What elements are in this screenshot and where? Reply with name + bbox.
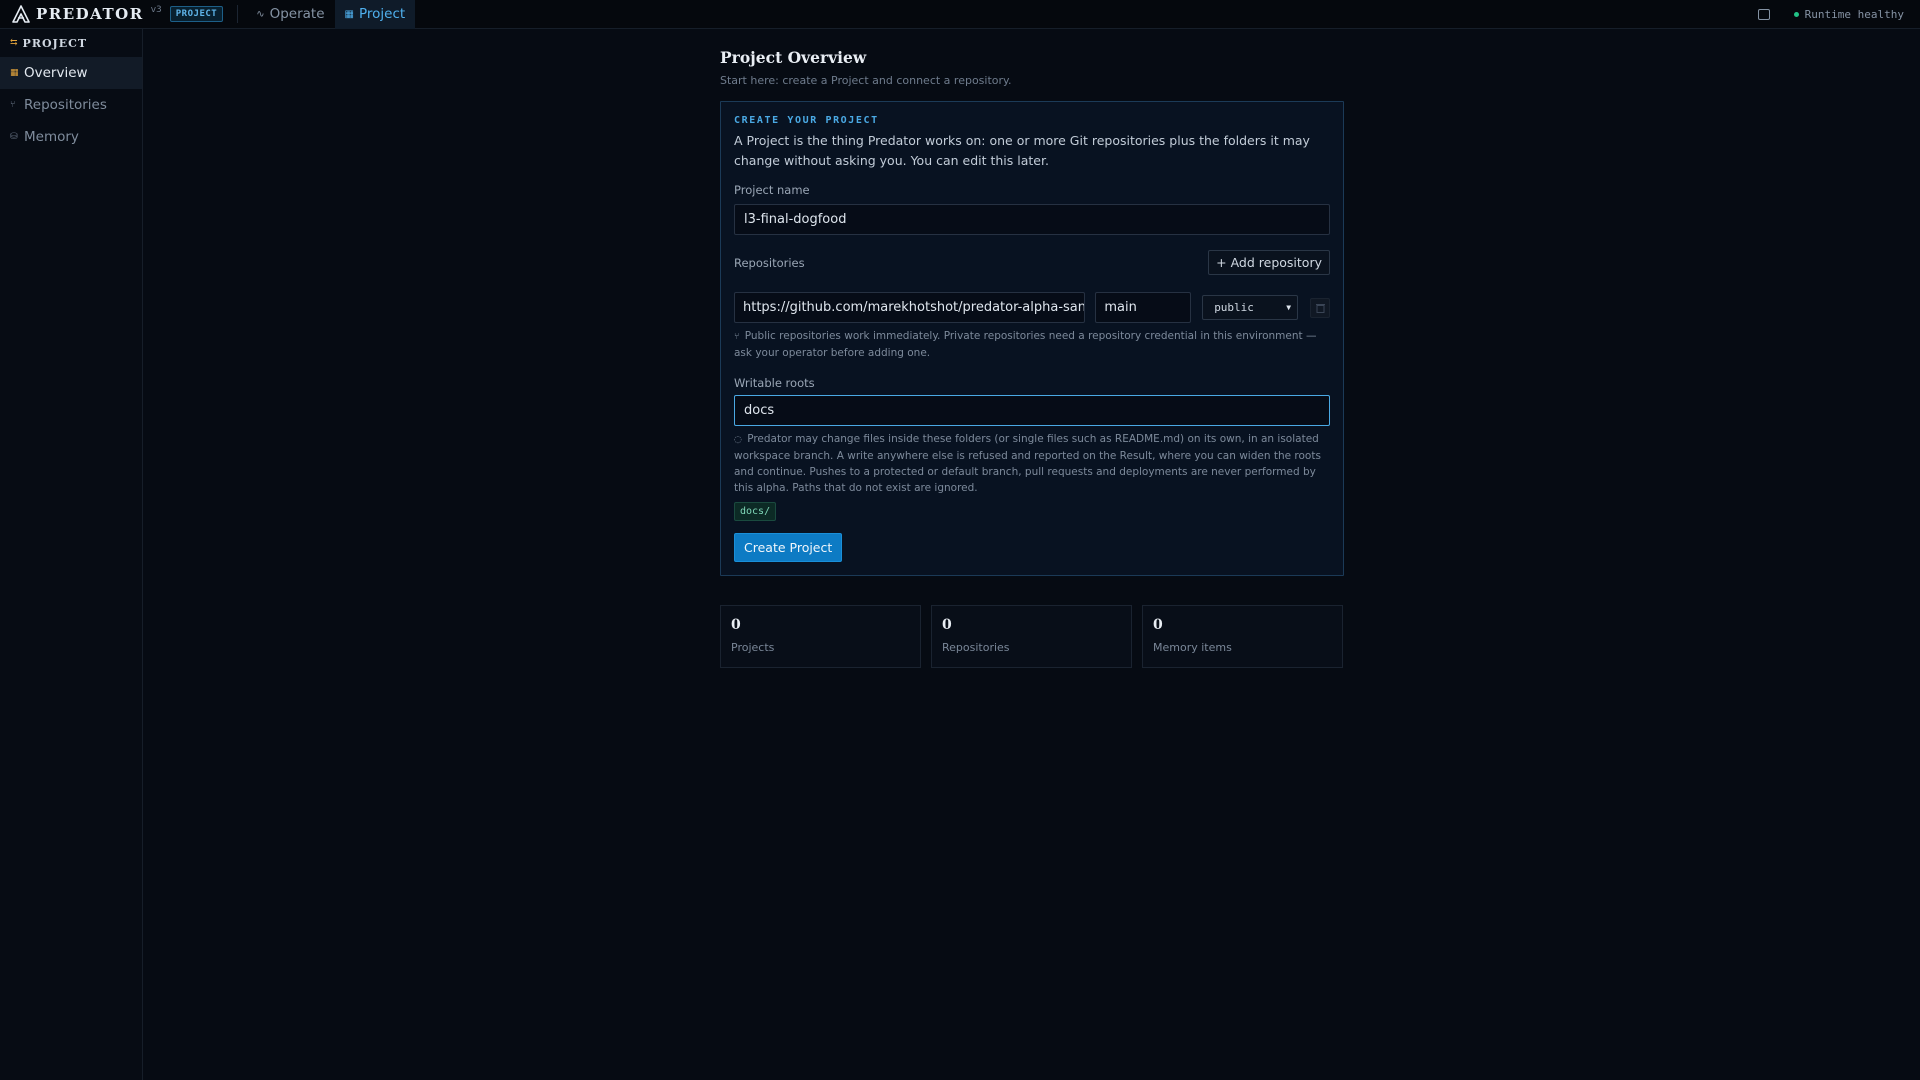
tab-project[interactable]: ▦ Project [334,0,416,29]
tab-label: Operate [269,6,325,22]
project-name-label: Project name [734,183,810,197]
sidebar-title: PROJECT [22,36,88,50]
repositories-header: Repositories + Add repository [734,250,1330,275]
top-bar: PREDATOR v3 PROJECT ∿ Operate ▦ Project … [0,0,1920,29]
repositories-label: Repositories [734,255,805,270]
git-branch-icon: ⑂ [10,100,16,110]
version-label: v3 [150,5,162,15]
create-project-card: CREATE YOUR PROJECT A Project is the thi… [720,101,1344,576]
stat-label: Repositories [942,641,1010,654]
sidebar-item-overview[interactable]: ▦ Overview [0,57,142,89]
card-label: CREATE YOUR PROJECT [734,115,879,126]
sidebar-item-label: Memory [24,129,79,145]
repository-row: https://github.com/marekhotshot/predator… [734,292,1330,323]
writable-roots-label: Writable roots [734,376,815,390]
sidebar: ⇆ PROJECT ▦ Overview ⑂ Repositories ⛁ Me… [0,29,143,1080]
stat-card-projects: 0 Projects [720,605,921,668]
writable-root-chip: docs/ [734,502,777,521]
stat-label: Memory items [1153,641,1232,654]
brand[interactable]: PREDATOR v3 PROJECT [12,5,224,23]
stat-value: 0 [942,617,952,633]
create-project-button[interactable]: Create Project [734,533,843,562]
card-description: A Project is the thing Predator works on… [734,133,1310,168]
database-icon: ⛁ [10,132,18,142]
chevron-down-icon: ▼ [1286,303,1292,312]
grid-icon: ▦ [10,68,19,78]
divider [237,5,239,23]
repository-hint-text: Public repositories work immediately. Pr… [734,330,1317,359]
writable-roots-input[interactable]: docs [734,395,1330,426]
stats-row: 0 Projects 0 Repositories 0 Memory items [720,605,1344,668]
visibility-value: public [1214,301,1254,314]
main-content: Project Overview Start here: create a Pr… [720,48,1344,668]
visibility-select[interactable]: public ▼ [1202,295,1299,320]
context-badge: PROJECT [169,6,224,22]
add-repository-button[interactable]: + Add repository [1208,250,1330,275]
predator-logo-icon [12,5,30,23]
git-branch-icon: ⑂ [734,332,740,342]
top-nav: ∿ Operate ▦ Project [246,0,416,29]
tab-operate[interactable]: ∿ Operate [246,0,334,29]
brand-name: PREDATOR [36,5,144,23]
repository-hint: ⑂ Public repositories work immediately. … [734,328,1330,361]
page-subtitle: Start here: create a Project and connect… [720,74,1012,87]
stat-value: 0 [731,617,741,633]
activity-icon: ∿ [256,8,265,20]
info-icon: ◌ [734,435,742,445]
page-title: Project Overview [720,48,867,67]
trash-icon [1315,303,1325,313]
repository-url-input[interactable]: https://github.com/marekhotshot/predator… [734,292,1086,323]
sidebar-item-label: Overview [24,65,88,81]
status-dot-icon [1793,11,1799,17]
sidebar-item-memory[interactable]: ⛁ Memory [0,121,142,153]
grid-icon: ▦ [344,8,354,20]
stat-value: 0 [1153,617,1163,633]
stat-label: Projects [731,641,775,654]
project-icon: ⇆ [10,38,19,48]
remove-repository-button[interactable] [1310,297,1330,318]
chat-icon[interactable] [1757,8,1770,20]
tab-label: Project [358,6,406,22]
sidebar-item-repositories[interactable]: ⑂ Repositories [0,89,142,121]
sidebar-item-label: Repositories [24,97,107,113]
writable-roots-hint-text: Predator may change files inside these f… [734,433,1321,494]
top-right: Runtime healthy [1757,7,1904,21]
sidebar-header: ⇆ PROJECT [0,29,142,57]
repository-branch-input[interactable]: main [1095,292,1192,323]
stat-card-repositories: 0 Repositories [931,605,1132,668]
runtime-status: Runtime healthy [1804,7,1904,21]
stat-card-memory: 0 Memory items [1142,605,1343,668]
project-name-input[interactable]: l3-final-dogfood [734,204,1330,235]
writable-roots-hint: ◌ Predator may change files inside these… [734,431,1330,496]
